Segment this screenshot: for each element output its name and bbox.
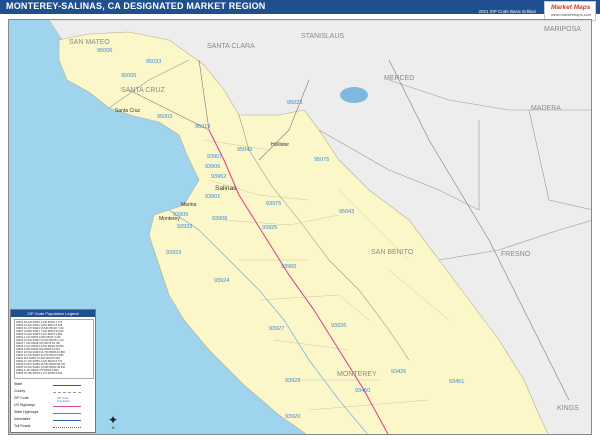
city-label: Hollister (271, 142, 289, 148)
zip-label: 93928 (285, 378, 300, 384)
zip-label: 93962 (211, 174, 226, 180)
county-label: FRESNO (501, 251, 531, 258)
legend-pop-sample: Population (57, 399, 71, 403)
zip-label: 95006 (97, 48, 112, 54)
state-line-sample (53, 385, 81, 386)
zip-label: 95005 (121, 73, 136, 79)
zip-label: 95023 (287, 100, 302, 106)
legend-key-interstate: Interstates (14, 417, 31, 421)
compass-rose-icon: ✦ N (108, 413, 119, 430)
county-label: MERCED (384, 75, 414, 82)
zip-label: 93924 (214, 278, 229, 284)
zip-label: 93960 (281, 264, 296, 270)
table-row: 93955 35,780 95004 4,170 95065 8,360 (16, 372, 63, 375)
us-highway-sample (53, 406, 81, 407)
county-label: SANTA CLARA (207, 43, 255, 50)
zip-label: 93901 (205, 194, 220, 200)
county-label: KINGS (557, 405, 579, 412)
zip-label: 95033 (146, 59, 161, 65)
county-label: MADERA (531, 105, 561, 112)
zip-label: 93927 (269, 326, 284, 332)
map-header: MONTEREY-SALINAS, CA DESIGNATED MARKET R… (0, 0, 600, 21)
county-label: MONTEREY (337, 371, 377, 378)
legend-key-us-highway: US Highways (14, 403, 36, 407)
county-line-sample (53, 392, 81, 393)
zip-label: 93933 (177, 224, 192, 230)
county-label: STANISLAUS (301, 33, 344, 40)
legend-title: ZIP Code Population Legend (11, 310, 95, 317)
toll-road-sample (53, 427, 81, 428)
zip-label: 93923 (166, 250, 181, 256)
map-title: MONTEREY-SALINAS, CA DESIGNATED MARKET R… (6, 1, 266, 11)
edition-label: 2021 ZIP Code Basic Edition (478, 9, 536, 14)
legend-key-zip: ZIP Code (14, 396, 29, 400)
logo-url: www.marketmaps.com (551, 12, 592, 17)
publisher-logo: Market Maps www.marketmaps.com (544, 1, 596, 21)
county-label: MARIPOSA (544, 26, 581, 33)
zip-label: 93908 (212, 216, 227, 222)
zip-label: 95045 (237, 147, 252, 153)
zip-label: 95043 (339, 209, 354, 215)
zip-label: 93426 (391, 369, 406, 375)
zip-label: 93926 (331, 323, 346, 329)
zip-label: 95003 (157, 114, 172, 120)
county-label: SANTA CRUZ (121, 87, 166, 94)
zip-label: 95019 (195, 124, 210, 130)
zip-population-table: 93901 38,220 93920 1,040 95004 4,170 939… (14, 319, 94, 379)
zip-label: 93975 (266, 201, 281, 207)
zip-label: 93906 (205, 164, 220, 170)
legend-key-county: County (14, 389, 26, 393)
city-label: Santa Cruz (115, 108, 141, 114)
county-label: SAN MATEO (69, 39, 110, 46)
zip-label: 93925 (262, 225, 277, 231)
legend-key-state: State (14, 382, 23, 386)
logo-text: Market Maps (551, 4, 591, 11)
legend-key-toll-road: Toll Roads (14, 424, 31, 428)
map-legend: ZIP Code Population Legend 93901 38,220 … (10, 309, 96, 433)
legend-key-state-highway: State Highways (14, 410, 39, 414)
reservoir (340, 87, 368, 103)
city-label: Salinas (215, 185, 237, 192)
map-svg: SAN MATEO SANTA CLARA STANISLAUS MARIPOS… (9, 20, 591, 434)
interstate-sample (53, 420, 81, 421)
zip-label: 93920 (285, 414, 300, 420)
county-label: SAN BENITO (371, 249, 414, 256)
zip-label: 93450 (355, 388, 370, 394)
zip-label: 93451 (449, 379, 464, 385)
zip-label: 93905 (173, 212, 188, 218)
state-highway-sample (53, 413, 81, 414)
zip-label: 95075 (314, 157, 329, 163)
city-label: Marina (181, 202, 197, 208)
zip-label: 93907 (207, 154, 222, 160)
